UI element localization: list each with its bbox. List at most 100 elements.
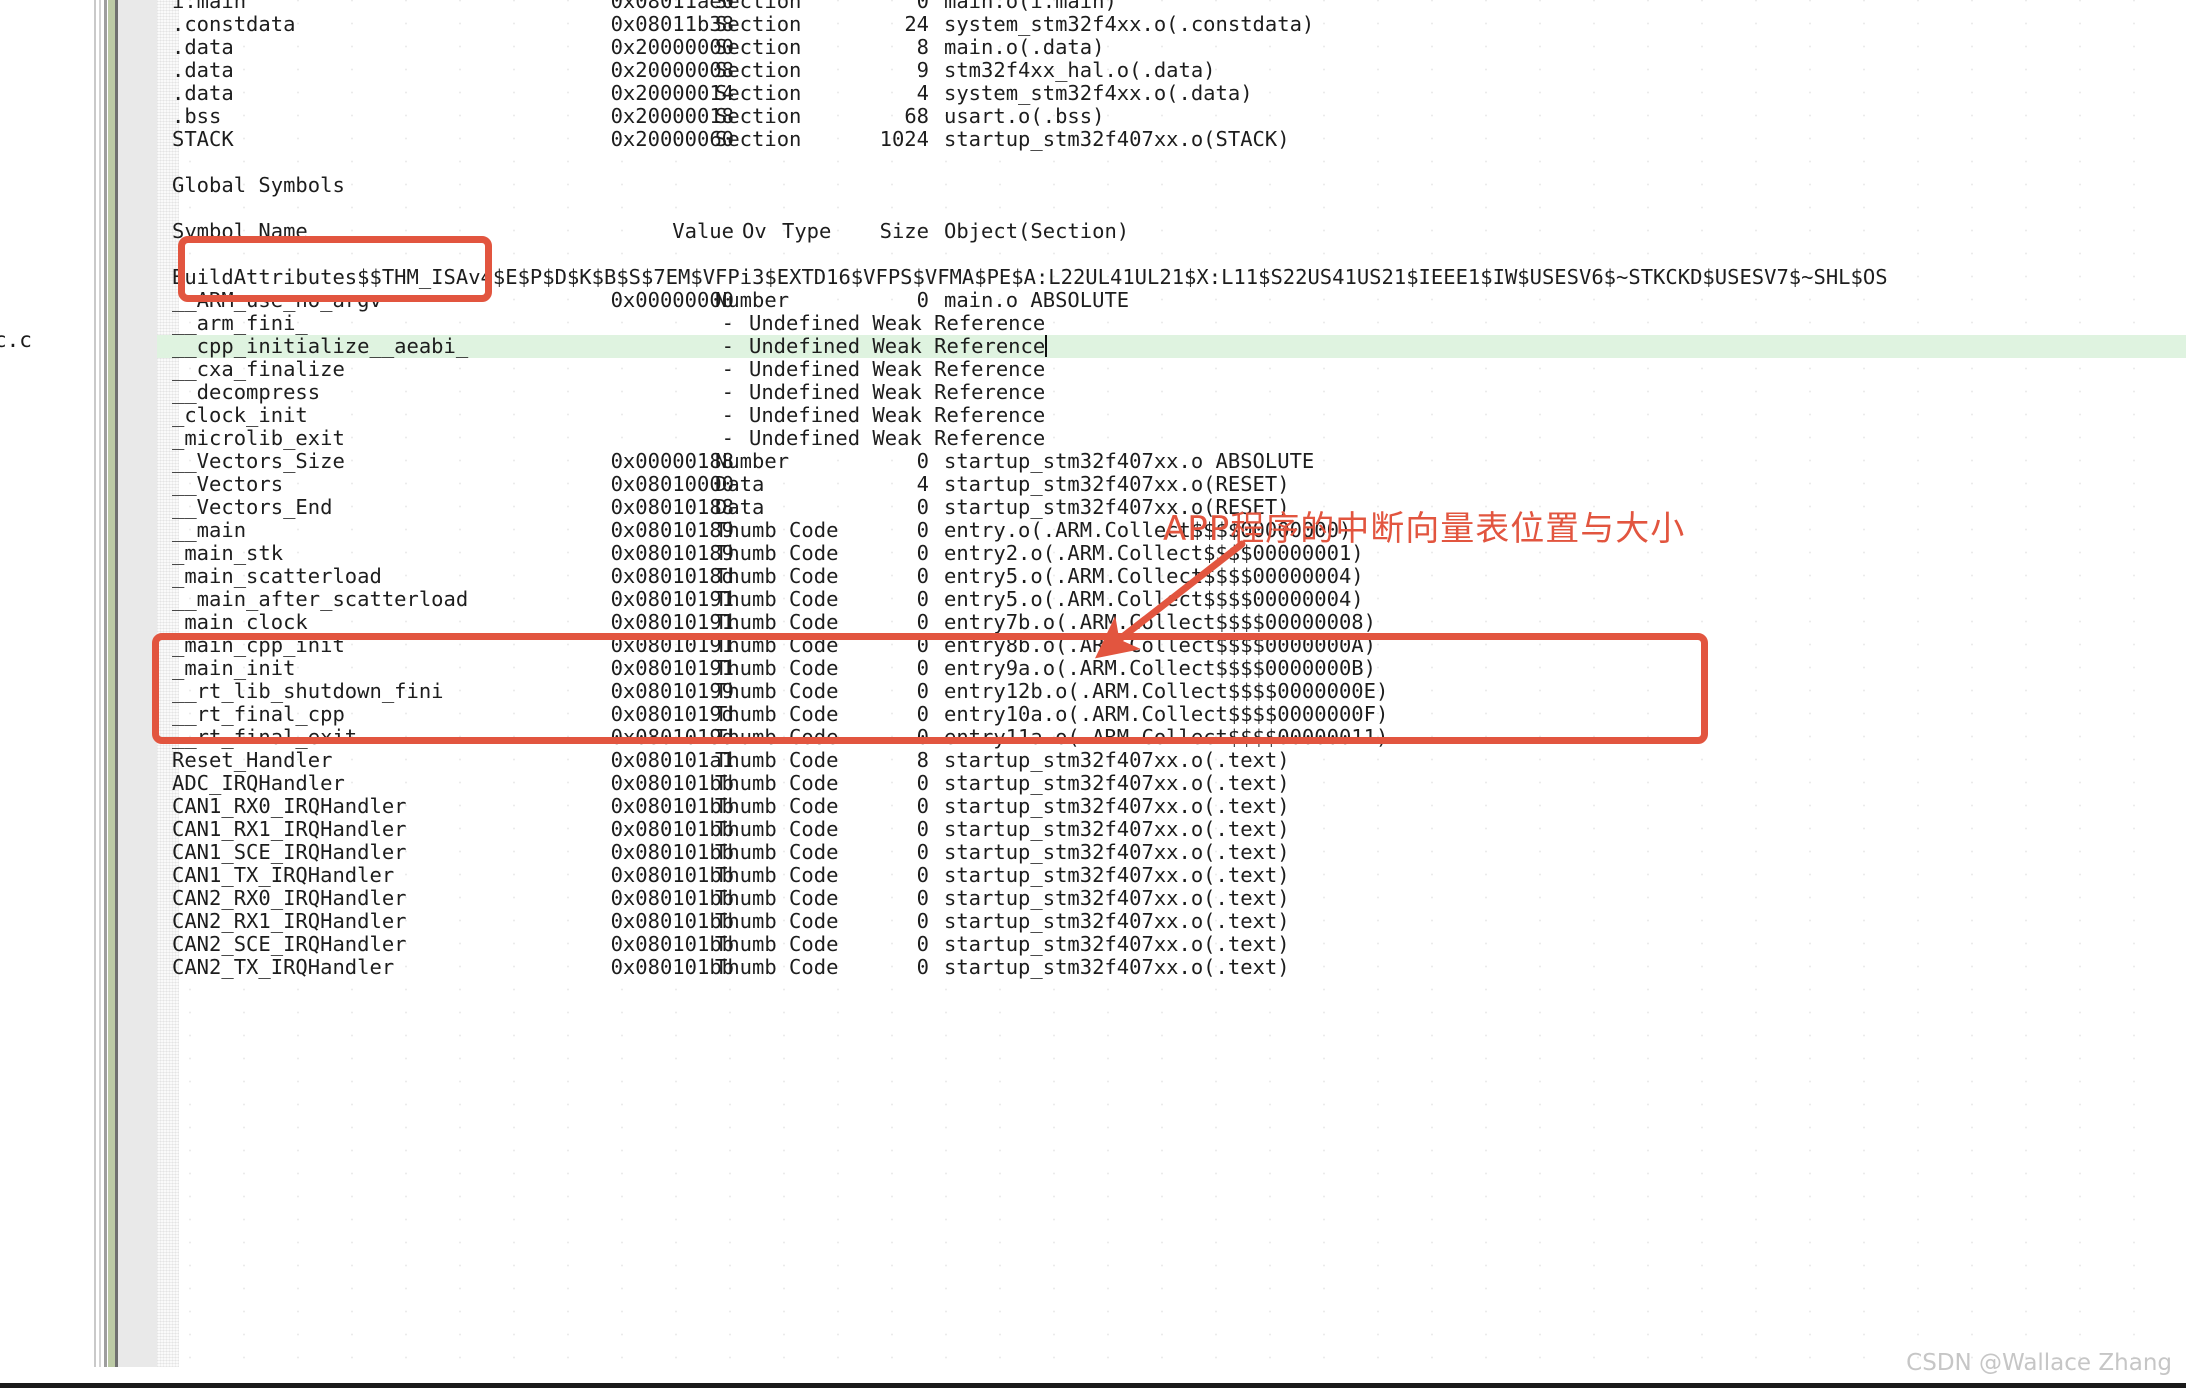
section-row[interactable]: .data 0x20000000 Section 8 main.o(.data) <box>157 36 2186 59</box>
spacer-row[interactable] <box>157 151 2186 174</box>
symbol-value: 0x080101bb <box>610 840 734 864</box>
symbol-object: entry5.o(.ARM.Collect$$$$00000004) <box>944 564 1364 588</box>
map-listing-text-area[interactable]: i.main 0x08011ae0 Section 0 main.o(i.main) .c… <box>157 0 2186 1388</box>
symbol-value: 0x0801019d <box>610 725 734 749</box>
symbol-name: CAN2_RX0_IRQHandler <box>172 886 407 910</box>
symbol-value: 0x080101bb <box>610 817 734 841</box>
section-row[interactable]: .bss 0x20000018 Section 68 usart.o(.bss) <box>157 105 2186 128</box>
symbol-row[interactable]: CAN1_SCE_IRQHandler 0x080101bb Thumb Code 0… <box>157 841 2186 864</box>
symbol-size: 0 <box>916 633 929 657</box>
symbol-value: 0x08010189 <box>610 518 734 542</box>
symbol-row[interactable]: _main_clock 0x08010191 Thumb Code 0 entry7b.… <box>157 611 2186 634</box>
symbol-size: 0 <box>916 587 929 611</box>
symbol-name: __rt_final_exit <box>172 725 358 749</box>
symbol-type: Undefined Weak Reference <box>749 334 1046 358</box>
section-row[interactable]: STACK 0x20000060 Section 1024 startup_stm32f… <box>157 128 2186 151</box>
section-value: 0x20000000 <box>610 35 734 59</box>
symbol-row[interactable]: __rt_final_exit 0x0801019d Thumb Code 0 entr… <box>157 726 2186 749</box>
symbol-row[interactable]: CAN2_RX1_IRQHandler 0x080101bb Thumb Code 0… <box>157 910 2186 933</box>
symbol-object: startup_stm32f407xx.o(.text) <box>944 817 1290 841</box>
symbol-value: 0x08010189 <box>610 541 734 565</box>
section-row[interactable]: .constdata 0x08011b38 Section 24 system_stm3… <box>157 13 2186 36</box>
symbol-row[interactable]: __cpp_initialize__aeabi_ - Undefined Weak … <box>157 335 2186 358</box>
symbol-value: 0x08010191 <box>610 656 734 680</box>
symbol-row[interactable]: __decompress - Undefined Weak Reference <box>157 381 2186 404</box>
section-name: .data <box>172 58 234 82</box>
symbol-row[interactable]: CAN1_TX_IRQHandler 0x080101bb Thumb Code 0 s… <box>157 864 2186 887</box>
symbol-row[interactable]: _main_init 0x08010191 Thumb Code 0 entry9a.o… <box>157 657 2186 680</box>
scrollbar-track[interactable] <box>108 0 115 1388</box>
vector-symbol-row[interactable]: __Vectors_Size 0x00000188 Number 0 startup_s… <box>157 450 2186 473</box>
symbol-value: 0x080101bb <box>610 932 734 956</box>
symbol-object: entry8b.o(.ARM.Collect$$$$0000000A) <box>944 633 1376 657</box>
symbol-value: 0x00000000 <box>610 288 734 312</box>
symbol-size: 0 <box>916 610 929 634</box>
bottom-black-strip <box>0 1383 2186 1388</box>
symbol-row[interactable]: __cxa_finalize - Undefined Weak Reference <box>157 358 2186 381</box>
symbol-object: entry11a.o(.ARM.Collect$$$$00000011) <box>944 725 1389 749</box>
symbol-type: Thumb Code <box>715 633 839 657</box>
build-attributes-row[interactable]: BuildAttributes$$THM_ISAv4$E$P$D$K$B$S$7… <box>157 266 2186 289</box>
symbol-row[interactable]: _main_cpp_init 0x08010191 Thumb Code 0 entry… <box>157 634 2186 657</box>
symbol-row[interactable]: Reset_Handler 0x080101a1 Thumb Code 8 startu… <box>157 749 2186 772</box>
symbol-row[interactable]: _clock_init - Undefined Weak Reference <box>157 404 2186 427</box>
symbol-row[interactable]: CAN2_RX0_IRQHandler 0x080101bb Thumb Code 0… <box>157 887 2186 910</box>
symbol-size: 0 <box>916 656 929 680</box>
symbol-type: Thumb Code <box>715 725 839 749</box>
symbol-type: Data <box>715 495 765 519</box>
symbol-name: CAN2_TX_IRQHandler <box>172 955 395 979</box>
section-name: .constdata <box>172 12 296 36</box>
symbol-value: 0x08010191 <box>610 587 734 611</box>
column-header-row[interactable]: Symbol Name Value Ov Type Size Object(Section… <box>157 220 2186 243</box>
vector-symbol-row[interactable]: __Vectors 0x08010000 Data 4 startup_stm32f40… <box>157 473 2186 496</box>
symbol-type: Thumb Code <box>715 656 839 680</box>
symbol-size: 4 <box>916 472 929 496</box>
symbol-row[interactable]: _microlib_exit - Undefined Weak Reference <box>157 427 2186 450</box>
symbol-value: 0x080101bb <box>610 886 734 910</box>
symbol-value: 0x080101bb <box>610 909 734 933</box>
left-margin-area <box>0 0 94 1388</box>
symbol-row[interactable]: __arm_fini_ - Undefined Weak Reference <box>157 312 2186 335</box>
section-row[interactable]: .data 0x20000008 Section 9 stm32f4xx_hal.o(.… <box>157 59 2186 82</box>
symbol-object: startup_stm32f407xx.o(.text) <box>944 863 1290 887</box>
symbol-type: Undefined Weak Reference <box>749 311 1046 335</box>
spacer-row[interactable] <box>157 243 2186 266</box>
symbol-row[interactable]: CAN1_RX0_IRQHandler 0x080101bb Thumb Code 0… <box>157 795 2186 818</box>
symbol-size: 0 <box>916 495 929 519</box>
section-name: STACK <box>172 127 234 151</box>
symbol-row[interactable]: CAN2_TX_IRQHandler 0x080101bb Thumb Code 0 s… <box>157 956 2186 979</box>
symbol-row[interactable]: __rt_lib_shutdown_fini 0x08010199 Thumb Co… <box>157 680 2186 703</box>
symbol-value: 0x080101bb <box>610 771 734 795</box>
symbol-size: 0 <box>916 771 929 795</box>
symbol-object: entry10a.o(.ARM.Collect$$$$0000000F) <box>944 702 1389 726</box>
symbol-size: 0 <box>916 679 929 703</box>
section-row[interactable]: .data 0x20000014 Section 4 system_stm32f4xx.… <box>157 82 2186 105</box>
editor-gutter[interactable] <box>118 0 157 1388</box>
symbol-row[interactable]: CAN1_RX1_IRQHandler 0x080101bb Thumb Code 0… <box>157 818 2186 841</box>
col-header-symbol-name: Symbol Name <box>172 219 308 243</box>
global-symbols-heading[interactable]: Global Symbols <box>157 174 2186 197</box>
symbol-object: startup_stm32f407xx.o(.text) <box>944 840 1290 864</box>
section-value: 0x20000060 <box>610 127 734 151</box>
symbol-object: startup_stm32f407xx.o(.text) <box>944 794 1290 818</box>
section-object: usart.o(.bss) <box>944 104 1105 128</box>
symbol-row[interactable]: CAN2_SCE_IRQHandler 0x080101bb Thumb Code 0… <box>157 933 2186 956</box>
symbol-row[interactable]: __rt_final_cpp 0x0801019d Thumb Code 0 entry… <box>157 703 2186 726</box>
section-object: system_stm32f4xx.o(.constdata) <box>944 12 1315 36</box>
section-size: 9 <box>916 58 929 82</box>
map-file-viewer: c.c i.main 0x08011ae0 Section 0 main.o(i.mai… <box>0 0 2186 1388</box>
spacer-row[interactable] <box>157 197 2186 220</box>
symbol-value: 0x08010191 <box>610 610 734 634</box>
col-header-object-section: Object(Section) <box>944 219 1130 243</box>
build-attributes-text: BuildAttributes$$THM_ISAv4$E$P$D$K$B$S$7… <box>172 265 1888 289</box>
symbol-row[interactable]: __main_after_scatterload 0x08010191 Thumb … <box>157 588 2186 611</box>
symbol-value: - <box>721 334 734 358</box>
symbol-row[interactable]: ADC_IRQHandler 0x080101bb Thumb Code 0 start… <box>157 772 2186 795</box>
symbol-row[interactable]: _main_scatterload 0x0801018d Thumb Code 0 en… <box>157 565 2186 588</box>
symbol-value: - <box>721 426 734 450</box>
symbol-value: 0x08010199 <box>610 679 734 703</box>
col-header-size: Size <box>879 219 929 243</box>
symbol-object: startup_stm32f407xx.o(RESET) <box>944 472 1290 496</box>
col-header-type: Type <box>782 219 832 243</box>
symbol-row[interactable]: __ARM_use_no_argv 0x00000000 Number 0 main.o… <box>157 289 2186 312</box>
